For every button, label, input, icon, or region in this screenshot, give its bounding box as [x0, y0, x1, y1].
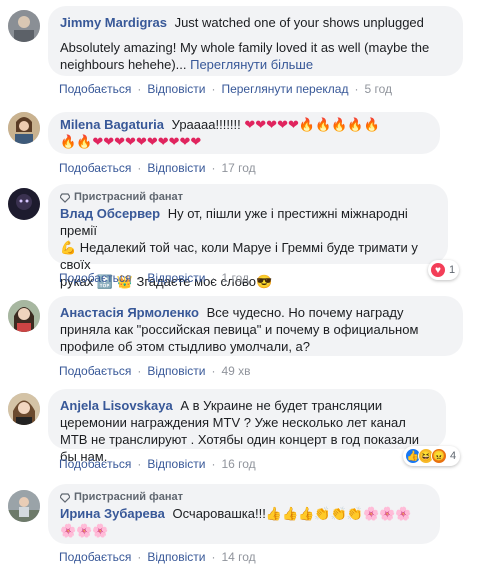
avatar[interactable]: [8, 393, 40, 425]
author-name[interactable]: Milena Bagaturia: [60, 117, 164, 132]
avatar[interactable]: [8, 112, 40, 144]
reply-link[interactable]: Відповісти: [147, 364, 205, 378]
reaction-summary[interactable]: ♥ 1: [428, 260, 460, 280]
comment-text: 💪 Недалекий той час, коли Маруе і Греммі…: [60, 240, 418, 272]
diamond-icon: [60, 492, 70, 503]
comment-bubble: Anjela Lisovskaya А в Украине не будет т…: [48, 389, 446, 464]
emoji-text: 🔥🔥❤❤❤❤❤❤❤❤❤❤: [60, 134, 202, 149]
reply-link[interactable]: Відповісти: [147, 271, 205, 285]
top-fan-badge: Пристрасний фанат: [60, 191, 436, 204]
comment-bubble: Анастасія Ярмоленко Все чудесно. Но поче…: [48, 296, 463, 356]
comment-text: Осчаровашка!!!👍👍👍👏👏👏🌸🌸🌸: [172, 506, 412, 521]
like-link[interactable]: Подобається: [59, 364, 131, 378]
diamond-icon: [60, 192, 70, 203]
reply-link[interactable]: Відповісти: [147, 161, 205, 175]
comment-text: Just watched one of your shows unplugged: [174, 15, 424, 30]
reply-link[interactable]: Відповісти: [147, 82, 205, 96]
author-name[interactable]: Влад Обсервер: [60, 206, 160, 221]
see-translation-link[interactable]: Переглянути переклад: [221, 82, 348, 96]
like-link[interactable]: Подобається: [59, 550, 131, 564]
author-name[interactable]: Анастасія Ярмоленко: [60, 305, 199, 320]
comment-actions: Подобається · Відповісти · 1 год: [59, 271, 249, 285]
top-fan-badge: Пристрасний фанат: [60, 491, 428, 504]
emoji-text: ❤❤❤❤❤🔥🔥🔥🔥🔥: [244, 117, 380, 132]
comment-actions: Подобається · Відповісти · 49 хв: [59, 364, 251, 378]
see-more-link[interactable]: Переглянути більше: [190, 57, 313, 72]
reaction-summary[interactable]: 👍 😆 😠 4: [403, 446, 461, 466]
timestamp[interactable]: 16 год: [221, 457, 255, 471]
author-name[interactable]: Jimmy Mardigras: [60, 15, 167, 30]
author-name[interactable]: Anjela Lisovskaya: [60, 398, 173, 413]
comment-bubble: Jimmy Mardigras Just watched one of your…: [48, 6, 463, 76]
avatar[interactable]: [8, 188, 40, 220]
comment-bubble: Пристрасний фанат Ирина Зубарева Осчаров…: [48, 484, 440, 544]
comment-bubble: Пристрасний фанат Влад Обсервер Ну от, п…: [48, 184, 448, 289]
comment-actions: Подобається · Відповісти · 16 год: [59, 457, 256, 471]
reply-link[interactable]: Відповісти: [147, 550, 205, 564]
avatar[interactable]: [8, 300, 40, 332]
timestamp[interactable]: 5 год: [364, 82, 392, 96]
timestamp[interactable]: 14 год: [221, 550, 255, 564]
like-link[interactable]: Подобається: [59, 161, 131, 175]
like-link[interactable]: Подобається: [59, 457, 131, 471]
comment-text: Урaaaa!!!!!!!: [171, 117, 241, 132]
reply-link[interactable]: Відповісти: [147, 457, 205, 471]
author-name[interactable]: Ирина Зубарева: [60, 506, 165, 521]
comment-actions: Подобається · Відповісти · 17 год: [59, 161, 256, 175]
angry-reaction-icon: 😠: [431, 448, 447, 464]
avatar[interactable]: [8, 10, 40, 42]
timestamp[interactable]: 17 год: [221, 161, 255, 175]
comment-actions: Подобається · Відповісти · 14 год: [59, 550, 256, 564]
avatar[interactable]: [8, 490, 40, 522]
comment-actions: Подобається · Відповісти · Переглянути перек…: [59, 82, 393, 96]
like-link[interactable]: Подобається: [59, 82, 131, 96]
emoji-text: 🌸🌸🌸: [60, 523, 109, 538]
like-link[interactable]: Подобається: [59, 271, 131, 285]
love-reaction-icon: ♥: [430, 262, 446, 278]
comment-bubble: Milena Bagaturia Урaaaa!!!!!!! ❤❤❤❤❤🔥🔥🔥🔥…: [48, 112, 440, 154]
timestamp[interactable]: 49 хв: [221, 364, 250, 378]
timestamp[interactable]: 1 год: [221, 271, 249, 285]
